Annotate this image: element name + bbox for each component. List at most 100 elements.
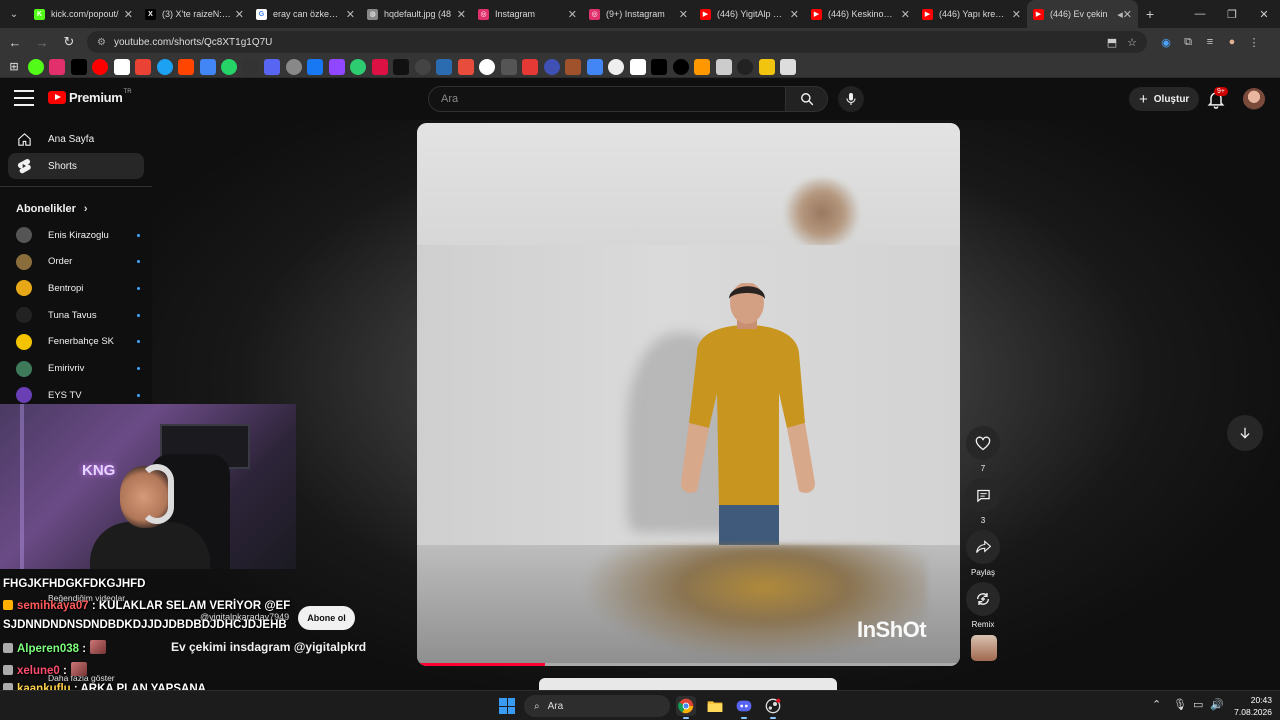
subscription-item[interactable]: EYS TV <box>16 385 140 405</box>
close-window-icon[interactable]: ✕ <box>1248 0 1280 28</box>
bookmark-favicon-icon[interactable] <box>608 58 624 75</box>
bookmark-favicon-icon[interactable] <box>285 58 302 75</box>
bookmark-favicon-icon[interactable] <box>242 58 259 75</box>
forward-icon[interactable]: → <box>30 30 54 54</box>
tab-close-icon[interactable]: ✕ <box>679 8 688 21</box>
apps-grid-icon[interactable]: ⊞ <box>6 59 22 75</box>
remix-action[interactable]: Remix <box>966 582 1000 629</box>
bookmark-favicon-icon[interactable] <box>49 58 65 75</box>
create-button[interactable]: + Oluştur <box>1129 87 1200 111</box>
file-explorer-icon[interactable] <box>705 696 725 716</box>
bookmark-favicon-icon[interactable] <box>27 58 44 75</box>
bookmark-favicon-icon[interactable] <box>694 58 710 75</box>
browser-tab[interactable]: ◎ Instagram ✕ <box>472 0 583 28</box>
taskbar-clock[interactable]: 20:43 7.08.2026 <box>1228 694 1272 718</box>
browser-tab[interactable]: ▶ (446) Yapı kredi g ✕ <box>916 0 1027 28</box>
discord-app-icon[interactable] <box>734 696 754 719</box>
comment-action[interactable]: 3 <box>966 478 1000 525</box>
sidebar-item-shorts[interactable]: Shorts <box>8 153 144 179</box>
display-tray-icon[interactable]: ▭ <box>1193 698 1203 711</box>
bookmark-favicon-icon[interactable] <box>672 58 689 75</box>
like-action[interactable]: 7 <box>966 426 1000 473</box>
bookmark-favicon-icon[interactable] <box>393 58 409 75</box>
tab-close-icon[interactable]: ✕ <box>235 8 244 21</box>
share-action[interactable]: Paylaş <box>966 530 1000 577</box>
browser-tab[interactable]: ▶ (446) Keskinoğlu r ✕ <box>805 0 916 28</box>
subscription-item[interactable]: Emirivriv <box>16 359 140 379</box>
like-button[interactable] <box>966 426 1000 460</box>
browser-tab[interactable]: ▶ (446) YigitAlp Kar ✕ <box>694 0 805 28</box>
bookmark-favicon-icon[interactable] <box>221 58 237 75</box>
minimize-icon[interactable]: — <box>1184 0 1216 28</box>
bookmark-favicon-icon[interactable] <box>70 58 87 75</box>
tab-search-chevron-icon[interactable]: ⌄ <box>0 0 28 28</box>
url-field[interactable]: ⚙ youtube.com/shorts/Qc8XT1g1Q7U ⬒ ☆ <box>87 31 1147 53</box>
bookmark-favicon-icon[interactable] <box>457 58 474 75</box>
browser-tab[interactable]: ◍ hqdefault.jpg (48 ✕ <box>361 0 472 28</box>
volume-tray-icon[interactable]: 🔊 <box>1210 698 1224 711</box>
steam-app-icon[interactable] <box>763 696 783 719</box>
tab-audio-icon[interactable]: ◂✕ <box>1117 8 1132 21</box>
browser-tab[interactable]: ◎ (9+) Instagram ✕ <box>583 0 694 28</box>
account-avatar[interactable] <box>1243 88 1265 110</box>
subscription-item[interactable]: Bentropi <box>16 278 140 298</box>
bookmark-favicon-icon[interactable] <box>92 58 108 75</box>
chat-username[interactable]: xelune0 <box>17 665 60 677</box>
browser-tab[interactable]: X (3) X'te raizeN: "k ✕ <box>139 0 250 28</box>
chat-username[interactable]: Alperen038 <box>17 643 79 655</box>
subscribe-button[interactable]: Abone ol <box>298 606 355 630</box>
bookmark-favicon-icon[interactable] <box>264 58 280 75</box>
browser-tab[interactable]: ▶ (446) Ev çekin ◂✕ <box>1027 0 1138 28</box>
video-progress-bar[interactable] <box>417 663 960 666</box>
voice-search-button[interactable] <box>838 86 864 112</box>
extension-icon[interactable]: ◉ <box>1155 36 1177 49</box>
browser-tab[interactable]: Geray can özkenar ✕ <box>250 0 361 28</box>
browser-tab[interactable]: Kkick.com/popout/ ✕ <box>28 0 139 28</box>
shorts-video-player[interactable]: InShOt <box>417 123 960 666</box>
bookmark-favicon-icon[interactable] <box>651 58 667 75</box>
subscription-item[interactable]: Order <box>16 252 140 272</box>
site-info-icon[interactable]: ⚙ <box>97 37 106 48</box>
bookmark-favicon-icon[interactable] <box>758 58 775 75</box>
bookmark-star-icon[interactable]: ☆ <box>1127 36 1137 49</box>
bookmark-favicon-icon[interactable] <box>328 58 345 75</box>
windows-start-icon[interactable] <box>499 698 515 714</box>
bookmark-favicon-icon[interactable] <box>479 58 495 75</box>
menu-hamburger-icon[interactable] <box>14 90 34 106</box>
bookmark-favicon-icon[interactable] <box>113 58 130 75</box>
tab-close-icon[interactable]: ✕ <box>1012 8 1021 21</box>
bookmark-favicon-icon[interactable] <box>586 58 603 75</box>
search-button[interactable] <box>786 86 828 112</box>
youtube-premium-logo[interactable]: Premium TR <box>48 89 132 105</box>
extensions-puzzle-icon[interactable]: ⧉ <box>1177 36 1199 49</box>
tab-close-icon[interactable]: ✕ <box>901 8 910 21</box>
bookmark-favicon-icon[interactable] <box>780 58 796 75</box>
bookmark-favicon-icon[interactable] <box>436 58 452 75</box>
maximize-icon[interactable]: ❐ <box>1216 0 1248 28</box>
bookmark-favicon-icon[interactable] <box>543 58 560 75</box>
browser-menu-icon[interactable]: ⋮ <box>1243 36 1265 49</box>
remix-button[interactable] <box>966 582 1000 616</box>
bookmark-favicon-icon[interactable] <box>715 58 732 75</box>
bookmark-favicon-icon[interactable] <box>199 58 216 75</box>
bookmark-favicon-icon[interactable] <box>565 58 581 75</box>
bookmark-favicon-icon[interactable] <box>350 58 366 75</box>
next-video-button[interactable] <box>1227 415 1263 451</box>
subscription-item[interactable]: Fenerbahçe SK <box>16 332 140 352</box>
bookmark-favicon-icon[interactable] <box>737 58 753 75</box>
subscription-item[interactable]: Tuna Tavus <box>16 305 140 325</box>
bookmark-favicon-icon[interactable] <box>307 58 323 75</box>
new-tab-button[interactable]: + <box>1138 6 1162 22</box>
tab-close-icon[interactable]: ✕ <box>790 8 799 21</box>
bookmark-favicon-icon[interactable] <box>371 58 388 75</box>
subscription-item[interactable]: Enis Kirazoglu <box>16 225 140 245</box>
reload-icon[interactable]: ↻ <box>57 30 81 54</box>
tab-close-icon[interactable]: ✕ <box>346 8 355 21</box>
audio-source-thumbnail[interactable] <box>971 635 997 661</box>
chrome-app-icon[interactable] <box>676 696 696 719</box>
bookmark-favicon-icon[interactable] <box>629 58 646 75</box>
bookmark-favicon-icon[interactable] <box>135 58 151 75</box>
bookmark-favicon-icon[interactable] <box>522 58 538 75</box>
install-app-icon[interactable]: ⬒ <box>1107 36 1117 49</box>
back-icon[interactable]: ← <box>3 30 27 54</box>
